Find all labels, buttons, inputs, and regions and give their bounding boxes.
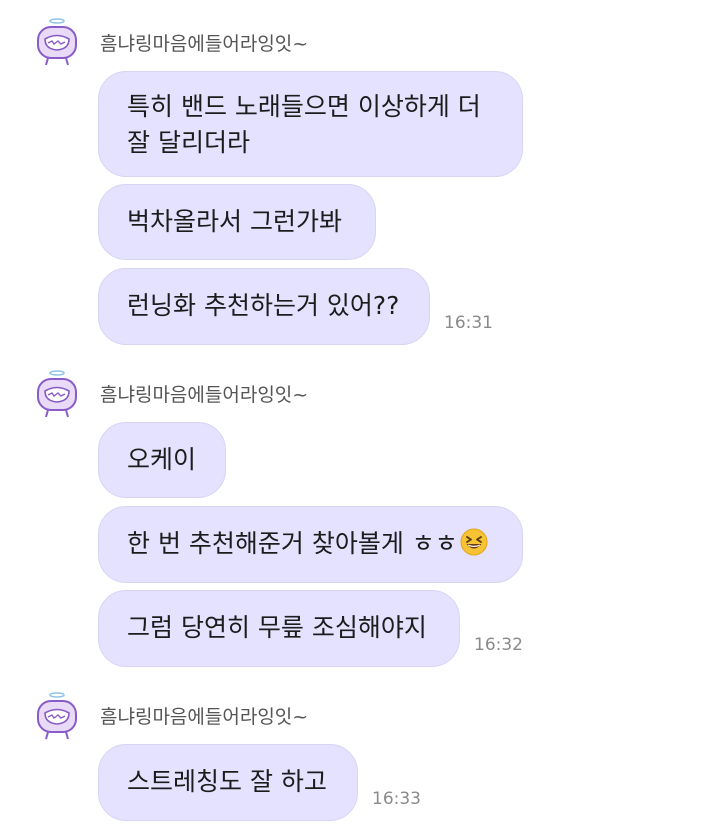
avatar[interactable] bbox=[30, 368, 84, 422]
message-text: 스트레칭도 잘 하고 bbox=[127, 767, 327, 796]
sender-name: 흠냐링마음에들어라잉잇~ bbox=[100, 384, 309, 406]
message-bubble[interactable]: 런닝화 추천하는거 있어?? bbox=[98, 268, 430, 345]
message-bubble[interactable]: 벅차올라서 그런가봐 bbox=[98, 184, 376, 260]
sender-name: 흠냐링마음에들어라잉잇~ bbox=[100, 33, 309, 55]
sender-name: 흠냐링마음에들어라잉잇~ bbox=[100, 706, 309, 728]
message-text: 한 번 추천해준거 찾아볼게 ㅎㅎ bbox=[127, 529, 458, 558]
message-timestamp: 16:31 bbox=[444, 313, 493, 333]
message-bubble[interactable]: 그럼 당연히 무릎 조심해야지 bbox=[98, 590, 460, 667]
avatar[interactable] bbox=[30, 16, 84, 70]
message-bubble[interactable]: 스트레칭도 잘 하고 bbox=[98, 744, 358, 821]
message-bubble[interactable]: 한 번 추천해준거 찾아볼게 ㅎㅎ bbox=[98, 506, 523, 583]
message-text: 런닝화 추천하는거 있어?? bbox=[127, 291, 400, 320]
avatar[interactable] bbox=[30, 690, 84, 744]
message-timestamp: 16:33 bbox=[372, 789, 421, 809]
tv-character-icon bbox=[37, 18, 77, 66]
message-bubble[interactable]: 특히 밴드 노래들으면 이상하게 더 잘 달리더라 bbox=[98, 71, 523, 177]
message-bubble[interactable]: 오케이 bbox=[98, 422, 226, 498]
message-text: 특히 밴드 노래들으면 이상하게 더 잘 달리더라 bbox=[127, 92, 481, 157]
message-text: 그럼 당연히 무릎 조심해야지 bbox=[127, 613, 427, 642]
tv-character-icon bbox=[37, 692, 77, 740]
message-text: 오케이 bbox=[127, 445, 197, 474]
message-timestamp: 16:32 bbox=[474, 635, 523, 655]
message-text: 벅차올라서 그런가봐 bbox=[127, 207, 342, 236]
grinning-squinting-face-icon bbox=[460, 528, 488, 566]
tv-character-icon bbox=[37, 370, 77, 418]
